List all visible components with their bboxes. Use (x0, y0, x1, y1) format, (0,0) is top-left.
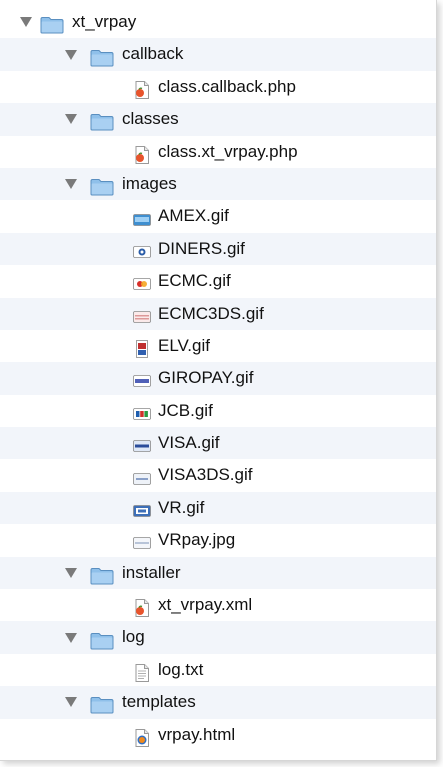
file-tree: xt_vrpay callback class.callback.php classe… (0, 0, 436, 751)
file-label: AMEX.gif (158, 206, 229, 226)
file-label: vrpay.html (158, 724, 236, 744)
php-file-icon (133, 143, 151, 164)
file-label: class.callback.php (158, 76, 296, 96)
ecmc3ds-card-icon (133, 305, 151, 323)
folder-row[interactable]: xt_vrpay (0, 6, 436, 38)
diners-card-icon (133, 240, 151, 258)
folder-row[interactable]: log (0, 621, 436, 654)
folder-label: xt_vrpay (72, 12, 137, 31)
file-label: VRpay.jpg (158, 530, 236, 550)
file-label: ELV.gif (158, 335, 210, 355)
jcb-card-icon (133, 402, 151, 420)
folder-label: images (122, 173, 177, 193)
visa-card-icon (133, 434, 151, 453)
folder-row[interactable]: templates (0, 686, 436, 719)
folder-label: callback (122, 44, 184, 64)
folder-row[interactable]: classes (0, 103, 436, 136)
disclosure-triangle-icon[interactable] (20, 17, 32, 28)
folder-row[interactable]: images (0, 167, 436, 201)
folder-label: templates (122, 692, 196, 712)
vrpay-image-icon (133, 531, 151, 550)
folder-icon (90, 629, 114, 650)
file-label: VISA.gif (158, 433, 220, 453)
xml-file-icon (133, 596, 151, 618)
file-row[interactable]: vrpay.html (0, 719, 436, 751)
folder-icon (90, 46, 114, 67)
file-row[interactable]: DINERS.gif (0, 232, 436, 266)
disclosure-triangle-icon[interactable] (65, 179, 77, 190)
html-file-icon (133, 726, 151, 747)
file-label: DINERS.gif (158, 238, 245, 258)
folder-icon (40, 13, 64, 34)
folder-row[interactable]: installer (0, 556, 436, 590)
giropay-card-icon (133, 369, 151, 388)
disclosure-triangle-icon[interactable] (65, 567, 77, 578)
folder-icon (90, 564, 114, 585)
file-label: xt_vrpay.xml (158, 595, 253, 615)
file-row[interactable]: log.txt (0, 654, 436, 686)
php-file-icon (133, 78, 151, 99)
file-label: GIROPAY.gif (158, 368, 254, 388)
disclosure-triangle-icon[interactable] (65, 114, 77, 125)
file-row[interactable]: VISA.gif (0, 427, 436, 460)
folder-label: installer (122, 562, 181, 582)
file-label: ECMC.gif (158, 271, 231, 291)
file-tree-panel: xt_vrpay callback class.callback.php classe… (0, 0, 437, 761)
disclosure-triangle-icon[interactable] (65, 697, 77, 708)
file-label: ECMC3DS.gif (158, 303, 264, 323)
file-row[interactable]: JCB.gif (0, 395, 436, 427)
folder-label: classes (122, 109, 179, 129)
file-row[interactable]: xt_vrpay.xml (0, 589, 436, 621)
file-row[interactable]: ECMC.gif (0, 265, 436, 297)
file-row[interactable]: VISA3DS.gif (0, 459, 436, 491)
ecmc-card-icon (133, 272, 151, 291)
file-label: log.txt (158, 659, 204, 679)
file-row[interactable]: ECMC3DS.gif (0, 297, 436, 330)
vr-card-icon (133, 499, 151, 517)
disclosure-triangle-icon[interactable] (65, 632, 77, 643)
file-label: class.xt_vrpay.php (158, 141, 298, 161)
file-row[interactable]: class.callback.php (0, 71, 436, 103)
file-label: VISA3DS.gif (158, 465, 253, 485)
folder-icon (90, 110, 114, 131)
file-row[interactable]: VRpay.jpg (0, 524, 436, 556)
file-row[interactable]: ELV.gif (0, 330, 436, 362)
elv-image-icon (133, 337, 151, 358)
folder-row[interactable]: callback (0, 38, 436, 71)
file-row[interactable]: class.xt_vrpay.php (0, 136, 436, 168)
amex-card-icon (133, 208, 151, 226)
file-label: JCB.gif (158, 400, 213, 420)
folder-label: log (122, 627, 145, 647)
folder-icon (90, 175, 114, 196)
file-label: VR.gif (158, 497, 205, 517)
disclosure-triangle-icon[interactable] (65, 49, 77, 60)
visa3ds-card-icon (133, 467, 151, 485)
file-row[interactable]: VR.gif (0, 491, 436, 525)
file-row[interactable]: AMEX.gif (0, 200, 436, 232)
file-row[interactable]: GIROPAY.gif (0, 362, 436, 395)
folder-icon (90, 693, 114, 714)
text-file-icon (133, 661, 151, 682)
